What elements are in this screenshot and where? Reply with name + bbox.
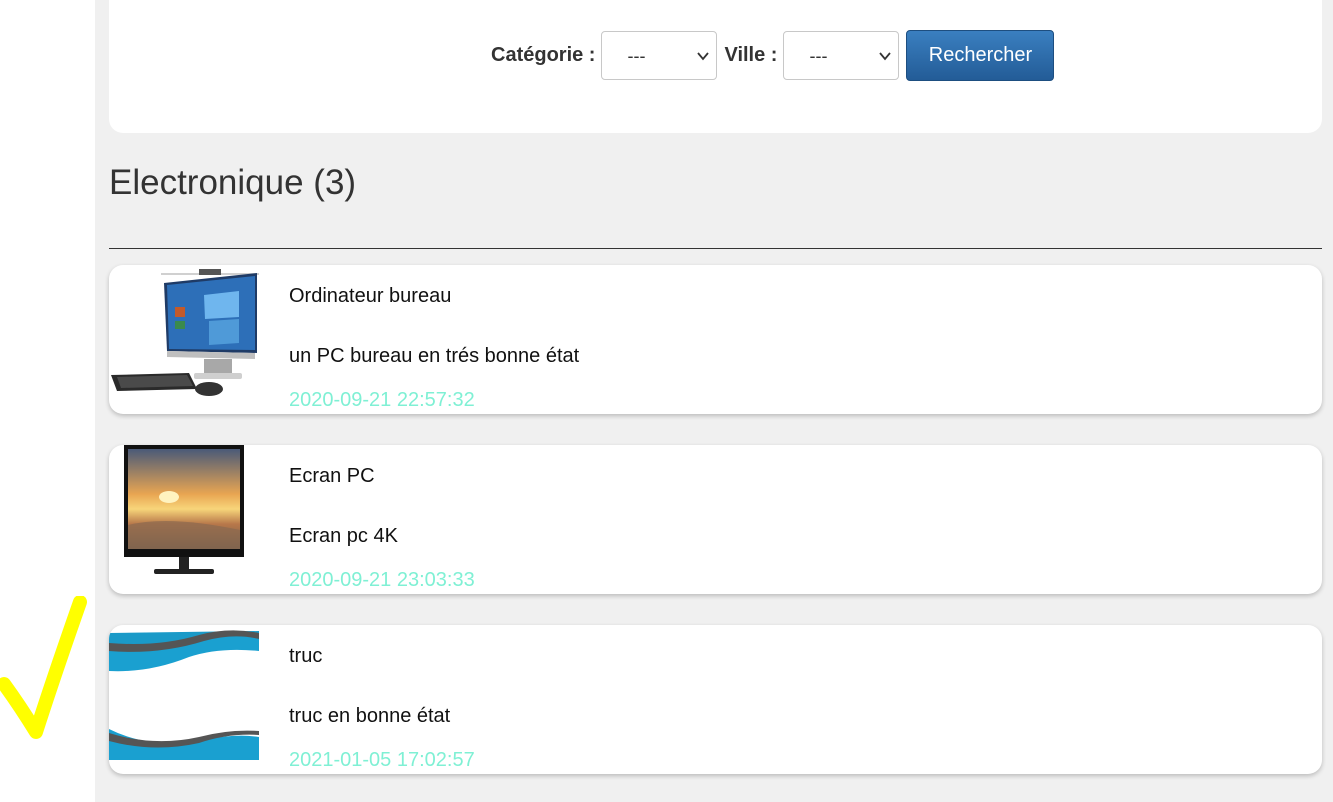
search-form: Catégorie : --- Ville : --- Rechercher [491,29,1055,81]
listing-description: un PC bureau en trés bonne état [289,345,580,367]
desktop-computer-image [111,269,259,396]
city-select-value: --- [809,45,828,66]
listing-card[interactable]: Ecran PC Ecran pc 4K 2020-09-21 23:03:33 [109,445,1322,594]
blue-wave-banner-image [109,630,259,760]
listing-card[interactable]: truc truc en bonne état 2021-01-05 17:02… [109,625,1322,774]
city-select[interactable]: --- [783,30,900,80]
search-button[interactable]: Rechercher [906,29,1055,81]
listing-card[interactable]: Ordinateur bureau un PC bureau en trés b… [109,265,1322,414]
listing-description: Ecran pc 4K [289,525,398,547]
divider [109,248,1322,249]
city-label: Ville : [724,43,778,66]
monitor-image [124,445,244,574]
category-heading: Electronique (3) [109,163,357,202]
checkmark-annotation-icon [0,596,87,739]
chevron-down-icon [697,51,710,60]
listing-title: Ordinateur bureau [289,285,452,307]
listing-date: 2020-09-21 23:03:33 [289,569,475,591]
listing-date: 2020-09-21 22:57:32 [289,389,475,411]
category-select[interactable]: --- [601,30,718,80]
listing-date: 2021-01-05 17:02:57 [289,749,475,771]
page: Catégorie : --- Ville : --- Rechercher E… [0,0,1333,802]
category-label: Catégorie : [491,43,596,66]
listing-title: Ecran PC [289,465,375,487]
category-select-value: --- [627,45,646,66]
listing-description: truc en bonne état [289,705,451,727]
chevron-down-icon [879,51,892,60]
listing-title: truc [289,645,323,667]
